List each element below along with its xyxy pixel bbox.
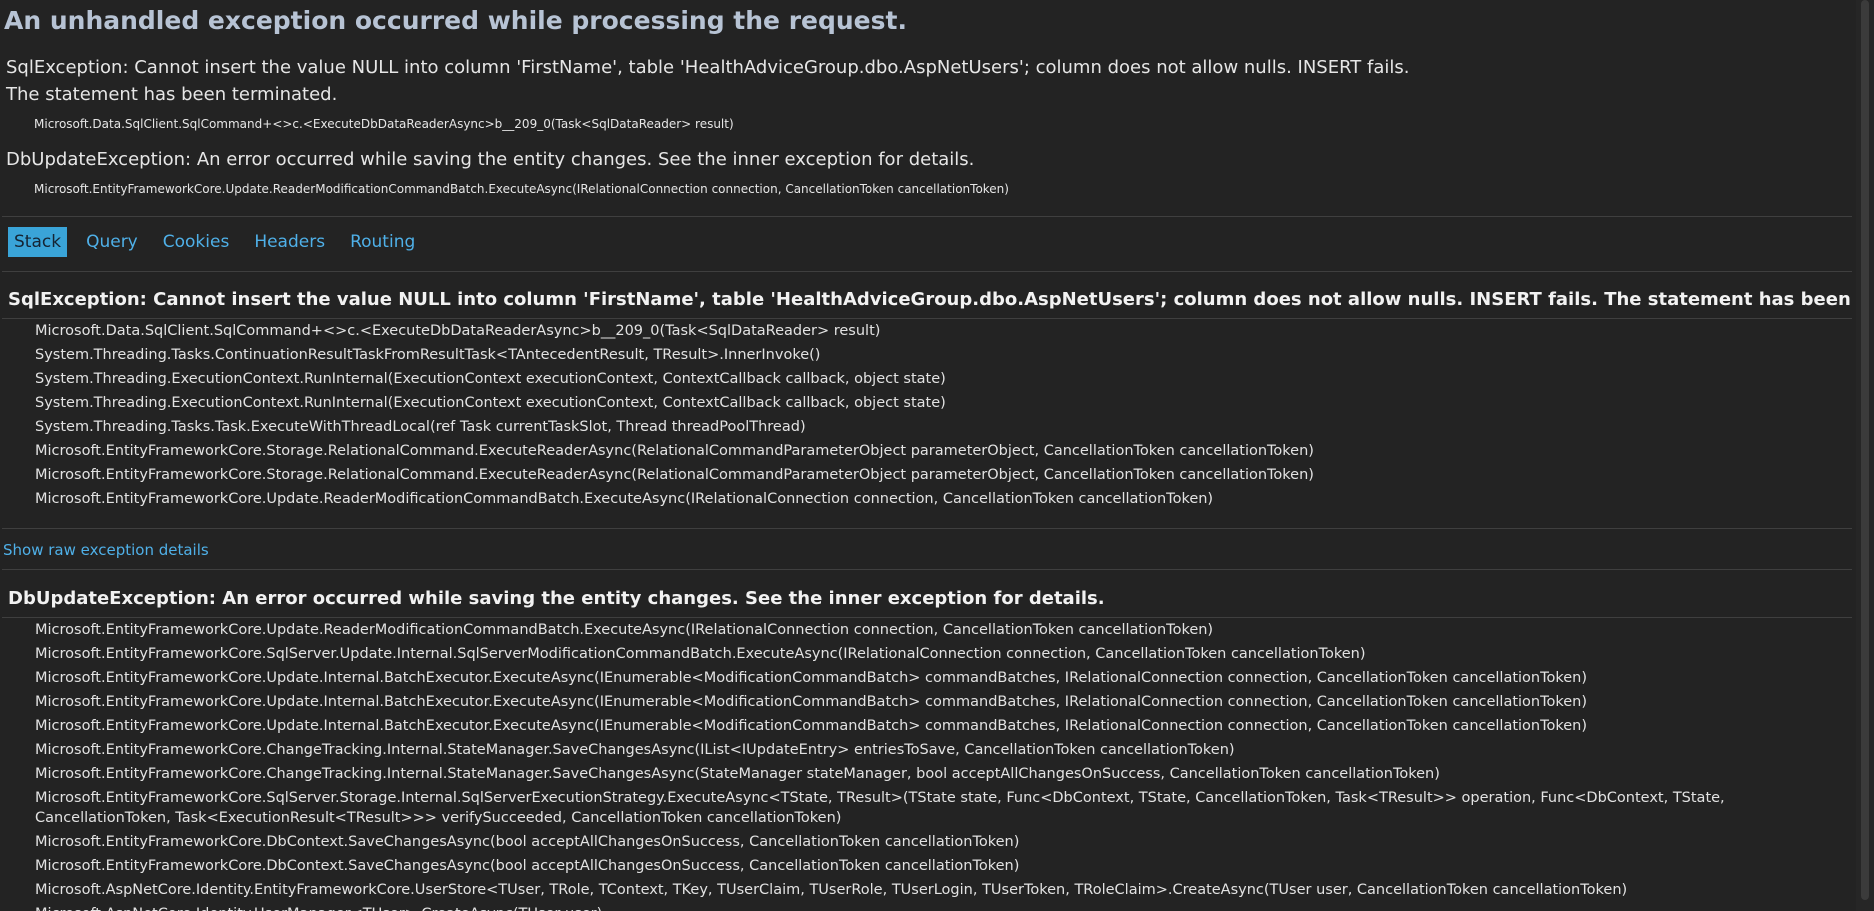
stack-frame[interactable]: Microsoft.AspNetCore.Identity.UserManage… [35,902,1795,911]
scrollbar-thumb[interactable] [1861,0,1869,900]
stack-sql-exception-frames: Microsoft.Data.SqlClient.SqlCommand+<>c.… [35,319,1314,511]
show-raw-exception-details-link[interactable]: Show raw exception details [3,541,209,559]
stack-frame[interactable]: Microsoft.EntityFrameworkCore.ChangeTrac… [35,762,1795,786]
stack-frame[interactable]: Microsoft.EntityFrameworkCore.Update.Int… [35,714,1795,738]
tab-routing[interactable]: Routing [344,227,421,257]
stack-frame[interactable]: Microsoft.EntityFrameworkCore.SqlServer.… [35,642,1795,666]
tab-cookies[interactable]: Cookies [157,227,236,257]
vertical-scrollbar[interactable] [1856,0,1874,911]
divider [2,569,1852,570]
stack-frame[interactable]: Microsoft.EntityFrameworkCore.ChangeTrac… [35,738,1795,762]
summary-sql-exception-location: Microsoft.Data.SqlClient.SqlCommand+<>c.… [34,117,734,131]
divider [2,271,1852,272]
summary-dbupdate-exception-message: DbUpdateException: An error occurred whi… [6,149,975,170]
stack-frame[interactable]: Microsoft.EntityFrameworkCore.Update.Int… [35,666,1795,690]
tab-stack[interactable]: Stack [8,227,68,257]
stack-frame[interactable]: System.Threading.ExecutionContext.RunInt… [35,367,1314,391]
tab-bar: Stack Query Cookies Headers Routing [8,227,434,257]
stack-dbupdate-exception-title: DbUpdateException: An error occurred whi… [8,588,1105,609]
divider [2,528,1852,529]
summary-dbupdate-exception-location: Microsoft.EntityFrameworkCore.Update.Rea… [34,182,1009,196]
stack-frame[interactable]: Microsoft.EntityFrameworkCore.Storage.Re… [35,439,1314,463]
stack-frame[interactable]: Microsoft.EntityFrameworkCore.Update.Rea… [35,618,1795,642]
stack-frame[interactable]: Microsoft.EntityFrameworkCore.DbContext.… [35,854,1795,878]
summary-sql-exception-message-cont: The statement has been terminated. [6,84,338,105]
error-page: An unhandled exception occurred while pr… [0,0,1874,911]
stack-sql-exception-title: SqlException: Cannot insert the value NU… [8,289,1874,310]
stack-frame[interactable]: System.Threading.Tasks.Task.ExecuteWithT… [35,415,1314,439]
summary-sql-exception-message: SqlException: Cannot insert the value NU… [6,57,1410,78]
stack-frame[interactable]: Microsoft.AspNetCore.Identity.EntityFram… [35,878,1795,902]
stack-frame[interactable]: Microsoft.EntityFrameworkCore.Update.Int… [35,690,1795,714]
stack-frame[interactable]: Microsoft.EntityFrameworkCore.Storage.Re… [35,463,1314,487]
tab-headers[interactable]: Headers [248,227,331,257]
stack-dbupdate-exception-frames: Microsoft.EntityFrameworkCore.Update.Rea… [35,618,1795,911]
tab-query[interactable]: Query [80,227,144,257]
stack-frame[interactable]: System.Threading.ExecutionContext.RunInt… [35,391,1314,415]
stack-frame[interactable]: Microsoft.EntityFrameworkCore.Update.Rea… [35,487,1314,511]
stack-frame[interactable]: System.Threading.Tasks.ContinuationResul… [35,343,1314,367]
divider [2,216,1852,217]
stack-frame[interactable]: Microsoft.EntityFrameworkCore.DbContext.… [35,830,1795,854]
stack-frame[interactable]: Microsoft.Data.SqlClient.SqlCommand+<>c.… [35,319,1314,343]
stack-frame[interactable]: Microsoft.EntityFrameworkCore.SqlServer.… [35,786,1795,830]
page-title: An unhandled exception occurred while pr… [4,6,907,35]
